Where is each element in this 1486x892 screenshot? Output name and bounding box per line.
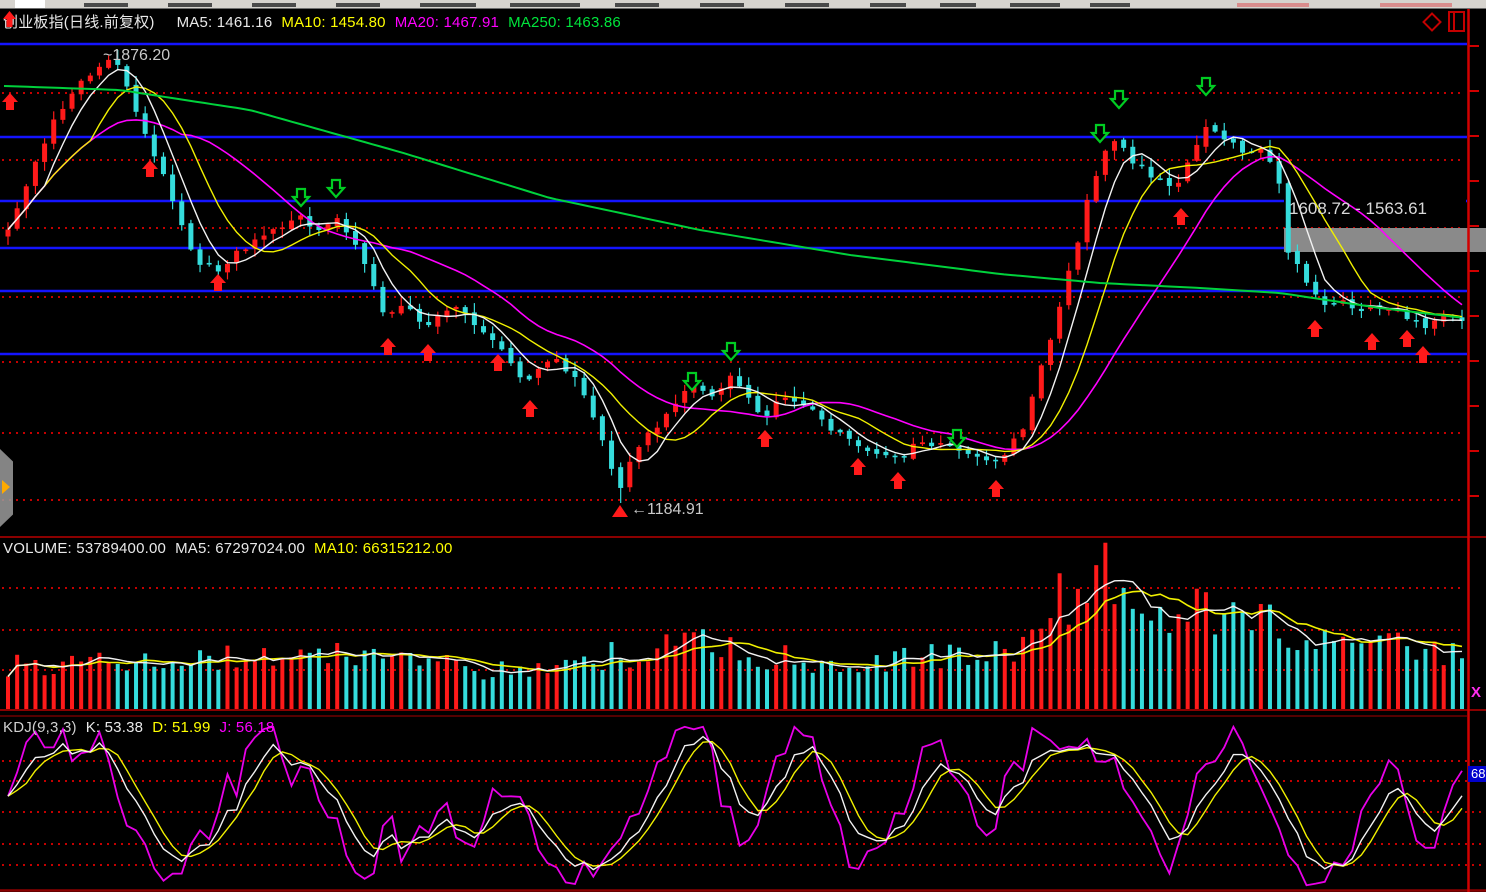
split-window-icon-bar [1453, 13, 1455, 30]
menu-item-fragment [168, 3, 212, 7]
menu-item-fragment-red [1237, 3, 1309, 7]
chart-plot-canvas[interactable] [0, 0, 1486, 892]
menu-item-fragment [252, 3, 296, 7]
menu-item-fragment [870, 3, 906, 7]
menu-item-fragment [1010, 3, 1060, 7]
menu-item-fragment [615, 3, 659, 7]
pane-borders-group [0, 8, 1486, 892]
ma250-value: MA250: 1463.86 [508, 14, 621, 31]
kdj-j-value: J: 56.18 [220, 719, 275, 736]
ma20-value: MA20: 1467.91 [395, 14, 499, 31]
menu-item-fragment [84, 3, 128, 7]
left-panel-expand-handle[interactable] [0, 449, 13, 527]
menu-item-fragment-red [1380, 3, 1452, 7]
menu-item-fragment [510, 3, 580, 7]
menu-item-fragment [15, 0, 45, 8]
kdj-pane-header: KDJ(9,3,3) K: 53.38 D: 51.99 J: 56.18 [3, 719, 283, 736]
menu-item-fragment [700, 3, 744, 7]
volume-ma10-value: MA10: 66315212.00 [314, 540, 453, 557]
trading-terminal-window: 创业板指(日线.前复权) MA5: 1461.16 MA10: 1454.80 MA2… [0, 0, 1486, 892]
volume-pane-header: VOLUME: 53789400.00 MA5: 67297024.00 MA10:… [3, 540, 462, 557]
main-chart-header: 创业板指(日线.前复权) MA5: 1461.16 MA10: 1454.80 MA2… [3, 11, 630, 32]
main-candles-group [6, 50, 1465, 503]
kdj-pane-group [2, 727, 1484, 885]
menu-item-fragment [1090, 3, 1130, 7]
kdj-label: KDJ(9,3,3) [3, 719, 77, 736]
kdj-k-value: K: 53.38 [86, 719, 143, 736]
volume-value: VOLUME: 53789400.00 [3, 540, 166, 557]
ma5-value: MA5: 1461.16 [177, 14, 273, 31]
low-price-annotation: ←1184.91 [631, 501, 704, 519]
volume-pane-group [2, 543, 1465, 709]
volume-ma5-value: MA5: 67297024.00 [175, 540, 305, 557]
menu-item-fragment [940, 3, 976, 7]
menu-item-fragment [785, 3, 829, 7]
main-gridlines-group [0, 44, 1486, 500]
main-ma-lines-group [4, 70, 1462, 462]
menu-item-fragment [336, 3, 380, 7]
menu-item-fragment [420, 3, 476, 7]
symbol-title: 创业板指(日线.前复权) [3, 14, 155, 31]
high-price-annotation: ~1876.20 [103, 47, 170, 65]
kdj-d-value: D: 51.99 [152, 719, 210, 736]
expand-arrow-icon [2, 480, 10, 494]
gap-range-annotation: 1608.72 - 1563.61 [1289, 199, 1427, 219]
menu-bar[interactable] [0, 0, 1486, 9]
kdj-scale-badge: 68 [1468, 766, 1486, 782]
ma10-value: MA10: 1454.80 [281, 14, 385, 31]
split-window-icon[interactable] [1448, 11, 1465, 32]
right-margin-x-label: X [1471, 684, 1481, 701]
